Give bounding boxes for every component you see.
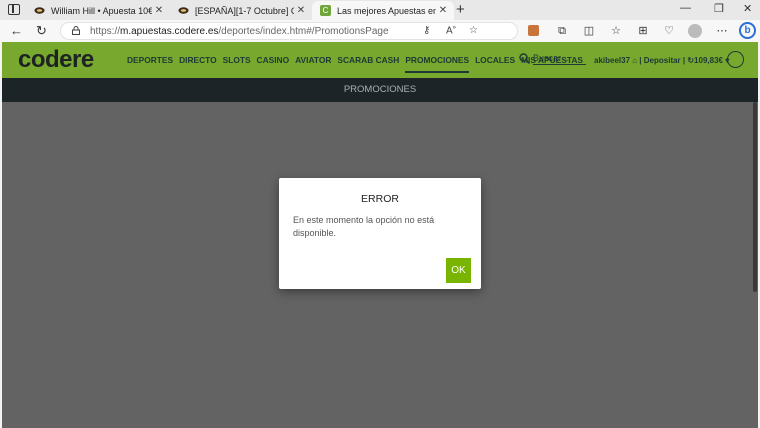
tab-title: [ESPAÑA][1-7 Octubre] Codere - [195,5,294,16]
tab-codere-spain[interactable]: [ESPAÑA][1-7 Octubre] Codere - ✕ [170,1,312,20]
maximize-button[interactable]: ❐ [714,2,724,15]
search-input[interactable] [533,52,586,65]
page-subbar: PROMOCIONES [2,78,758,102]
address-bar[interactable]: https://m.apuestas.codere.es/deportes/in… [60,22,518,40]
site-search [519,52,586,65]
collections-icon[interactable]: ⊞ [636,24,650,38]
back-arrow-icon[interactable]: ← [10,23,23,39]
tab-close-icon[interactable]: ✕ [436,5,450,16]
browser-toolbar: ← ↻ https://m.apuestas.codere.es/deporte… [0,20,760,42]
favorites-icon[interactable]: ☆ [609,24,623,38]
user-balance[interactable]: akibeel37 ⌂ | Depositar | ↻109,83€ ▾ [594,56,729,65]
william-hill-favicon-icon [34,7,45,14]
tab-codere-active[interactable]: C Las mejores Apuestas en Vivo de ✕ [312,1,454,20]
extension-icon[interactable] [528,25,539,36]
search-icon[interactable] [519,53,530,64]
ok-button[interactable]: OK [446,258,471,283]
tab-title: William Hill • Apuesta 10€ Slot 1x [51,5,152,16]
new-tab-button[interactable]: + [456,1,465,19]
tab-close-icon[interactable]: ✕ [294,5,308,16]
favorite-star-icon[interactable]: ☆ [469,25,478,36]
tab-close-icon[interactable]: ✕ [152,5,166,16]
close-window-button[interactable]: ✕ [743,2,752,15]
browser-tab-bar: William Hill • Apuesta 10€ Slot 1x ✕ [ES… [0,0,760,20]
scrollbar-thumb[interactable] [753,102,757,292]
copilot-icon[interactable]: b [739,22,756,39]
tab-william-hill[interactable]: William Hill • Apuesta 10€ Slot 1x ✕ [26,1,170,20]
profile-avatar-icon[interactable] [688,24,702,38]
menu-item-slots[interactable]: SLOTS [223,55,251,73]
menu-item-aviator[interactable]: AVIATOR [295,55,331,73]
tab-title: Las mejores Apuestas en Vivo de [337,5,436,16]
more-menu-icon[interactable]: ⋯ [715,24,729,38]
url-text: https://m.apuestas.codere.es/deportes/in… [90,26,389,37]
read-aloud-icon[interactable]: A» [446,25,456,36]
error-dialog: ERROR En este momento la opción no está … [279,178,481,289]
menu-item-locales[interactable]: LOCALES [475,55,515,73]
browser-essentials-icon[interactable]: ♡ [662,24,676,38]
forum-favicon-icon [178,7,189,14]
codere-logo[interactable]: codere [18,46,94,74]
puzzle-icon[interactable]: ⧉ [555,24,569,38]
site-header: codere DEPORTES DIRECTO SLOTS CASINO AVI… [2,42,758,78]
refresh-icon[interactable]: ↻ [36,23,47,39]
dialog-message: En este momento la opción no está dispon… [293,215,435,238]
page-title: PROMOCIONES [343,84,417,95]
key-icon[interactable]: ⚷ [423,25,430,36]
user-avatar-icon[interactable] [727,51,744,68]
menu-item-deportes[interactable]: DEPORTES [127,55,173,73]
minimize-button[interactable]: — [680,2,691,14]
lock-icon [72,26,80,35]
codere-favicon-icon: C [320,5,331,16]
menu-item-directo[interactable]: DIRECTO [179,55,217,73]
menu-item-promociones[interactable]: PROMOCIONES [405,55,470,73]
dialog-title: ERROR [361,193,399,205]
tab-actions-icon[interactable] [8,4,20,15]
menu-item-scarab-cash[interactable]: SCARAB CASH [337,55,399,73]
split-screen-icon[interactable]: ◫ [582,24,596,38]
menu-item-casino[interactable]: CASINO [257,55,290,73]
